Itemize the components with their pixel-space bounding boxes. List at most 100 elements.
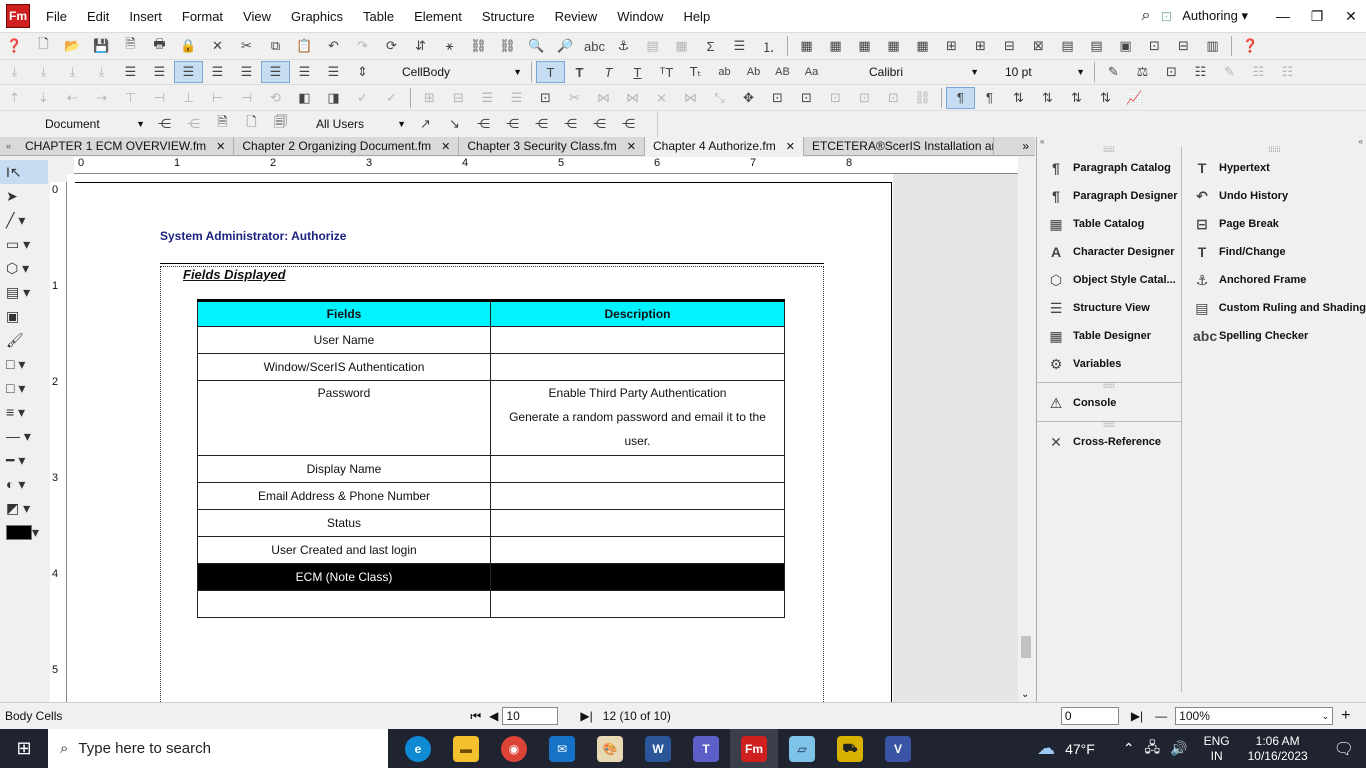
word-icon[interactable]: W bbox=[634, 729, 682, 768]
table-split-icon[interactable]: ▤ bbox=[1053, 35, 1082, 57]
justify-icon[interactable]: ☰ bbox=[232, 61, 261, 83]
smallcaps-icon[interactable]: Aa bbox=[797, 61, 826, 83]
tractor-app-icon[interactable]: ⛟ bbox=[826, 729, 874, 768]
reject-all-icon[interactable]: ⋲ bbox=[498, 113, 527, 135]
menu-element[interactable]: Element bbox=[404, 9, 472, 24]
pod-variables[interactable]: ⚙ Variables bbox=[1037, 350, 1181, 378]
table-straddle-icon[interactable]: ⊡ bbox=[1140, 35, 1169, 57]
description-cell[interactable] bbox=[490, 353, 785, 381]
scissors-icon[interactable]: ✂ bbox=[560, 87, 589, 109]
pod-page-break[interactable]: ⊟ Page Break bbox=[1183, 210, 1366, 238]
line-spacing-icon[interactable]: ⇕ bbox=[348, 61, 377, 83]
rectangle-tool-icon[interactable]: ▭ ▾ bbox=[0, 232, 48, 256]
collapse-left-icon[interactable]: « bbox=[6, 141, 11, 151]
pod-object-style-catal[interactable]: ⬡ Object Style Catal... bbox=[1037, 266, 1181, 294]
view-mode-select[interactable]: Document ▼ bbox=[40, 114, 150, 134]
menu-edit[interactable]: Edit bbox=[77, 9, 119, 24]
spelling-icon[interactable]: abc bbox=[580, 35, 609, 57]
table-row[interactable] bbox=[197, 590, 785, 618]
hide-changes-icon[interactable]: ⋲ bbox=[585, 113, 614, 135]
merge-icon[interactable]: ⋈ bbox=[589, 87, 618, 109]
spacing-single-icon[interactable]: ☰ bbox=[261, 61, 290, 83]
pen-tool-icon[interactable]: □ ▾ bbox=[0, 376, 48, 400]
menu-format[interactable]: Format bbox=[172, 9, 233, 24]
page-step-icon[interactable]: ▶| bbox=[1131, 709, 1143, 723]
spacing-double-icon[interactable]: ☰ bbox=[319, 61, 348, 83]
numbered-list-icon[interactable]: ⒈ bbox=[754, 35, 783, 57]
tab-left-icon[interactable]: ⤓ bbox=[0, 61, 29, 83]
menu-insert[interactable]: Insert bbox=[119, 9, 172, 24]
subscript-icon[interactable]: Tₜ bbox=[681, 61, 710, 83]
text-frame-tool-icon[interactable]: ▤ ▾ bbox=[0, 280, 48, 304]
line-tool-icon[interactable]: ╱ ▾ bbox=[0, 208, 48, 232]
table-row-icon[interactable]: ▦ bbox=[821, 35, 850, 57]
pod-spelling-checker[interactable]: abc Spelling Checker bbox=[1183, 322, 1366, 350]
fields-table[interactable]: Fields Description User Name Window/ScerI… bbox=[197, 299, 785, 618]
copy-icon[interactable]: ⧉ bbox=[261, 35, 290, 57]
para-break-icon[interactable]: ☷ bbox=[1186, 61, 1215, 83]
save-icon[interactable]: 💾 bbox=[87, 35, 116, 57]
page-number-input[interactable]: 10 bbox=[502, 707, 559, 725]
table-row[interactable]: Status bbox=[197, 509, 785, 537]
doc-tab[interactable]: CHAPTER 1 ECM OVERVIEW.fm ✕ bbox=[17, 136, 235, 156]
pod-paragraph-catalog[interactable]: ¶ Paragraph Catalog bbox=[1037, 154, 1181, 182]
rotate-icon[interactable]: ⟲ bbox=[261, 87, 290, 109]
description-cell[interactable] bbox=[490, 590, 785, 618]
pod-console[interactable]: ⚠ Console bbox=[1037, 389, 1181, 417]
format-painter-icon[interactable]: ✎ bbox=[1215, 61, 1244, 83]
help-icon[interactable]: ❓ bbox=[0, 35, 29, 57]
tint-tool-icon[interactable]: ◐ ▾ bbox=[0, 472, 48, 496]
color-swatch-icon[interactable]: ▾ bbox=[0, 520, 48, 544]
paint-icon[interactable]: 🎨 bbox=[586, 729, 634, 768]
lock-icon[interactable]: 🔒 bbox=[174, 35, 203, 57]
menu-review[interactable]: Review bbox=[545, 9, 608, 24]
description-cell[interactable] bbox=[490, 509, 785, 537]
tab-overflow-icon[interactable]: » bbox=[1016, 139, 1035, 153]
chrome-icon[interactable]: ◉ bbox=[490, 729, 538, 768]
arrow-down-icon[interactable]: ⇣ bbox=[29, 87, 58, 109]
align-right-icon[interactable]: ☰ bbox=[203, 61, 232, 83]
text-flow-1-icon[interactable]: ⇅ bbox=[1004, 87, 1033, 109]
teams-icon[interactable]: T bbox=[682, 729, 730, 768]
text-flow-4-icon[interactable]: ⇅ bbox=[1091, 87, 1120, 109]
split-icon[interactable]: ⋈ bbox=[618, 87, 647, 109]
pod-structure-view[interactable]: ☰ Structure View bbox=[1037, 294, 1181, 322]
doc-tab[interactable]: Chapter 4 Authorize.fm ✕ bbox=[644, 136, 804, 156]
frame-link-icon[interactable]: ⛓ bbox=[908, 87, 937, 109]
mail-icon[interactable]: ✉ bbox=[538, 729, 586, 768]
pilcrow-active-icon[interactable]: ¶ bbox=[946, 86, 975, 109]
visio-icon[interactable]: V bbox=[874, 729, 922, 768]
align-top-icon[interactable]: ⊤ bbox=[116, 87, 145, 109]
field-cell[interactable]: User Created and last login bbox=[197, 536, 491, 564]
pod-paragraph-designer[interactable]: ¶ Paragraph Designer bbox=[1037, 182, 1181, 210]
menu-help[interactable]: Help bbox=[673, 9, 720, 24]
table-row[interactable]: User Name bbox=[197, 326, 785, 354]
description-cell[interactable] bbox=[490, 455, 785, 483]
table-col-icon[interactable]: ▦ bbox=[850, 35, 879, 57]
doc-tab[interactable]: Chapter 3 Security Class.fm ✕ bbox=[459, 136, 645, 156]
compare-icon[interactable]: ⚖ bbox=[1128, 61, 1157, 83]
pod-character-designer[interactable]: A Character Designer bbox=[1037, 238, 1181, 266]
spacing-1-5-icon[interactable]: ☰ bbox=[290, 61, 319, 83]
document-canvas[interactable]: System Administrator: Authorize Fields D… bbox=[67, 174, 1018, 702]
description-cell[interactable] bbox=[490, 326, 785, 354]
pilcrow-icon[interactable]: ¶ bbox=[975, 87, 1004, 109]
doc-tab[interactable]: ETCETERA®ScerIS Installation and C bbox=[804, 136, 994, 156]
zoom-select[interactable]: 100% ⌄ bbox=[1175, 707, 1334, 725]
arrow-left-icon[interactable]: ⇠ bbox=[58, 87, 87, 109]
table-row[interactable]: ECM (Note Class) bbox=[197, 563, 785, 591]
fill-tool-icon[interactable]: □ ▾ bbox=[0, 352, 48, 376]
tray-chevron-icon[interactable]: ⌃ bbox=[1123, 740, 1135, 757]
next-page-icon[interactable]: ▶| bbox=[580, 709, 592, 723]
undo-icon[interactable]: ↶ bbox=[319, 35, 348, 57]
titlecase-icon[interactable]: Ab bbox=[739, 61, 768, 83]
network-icon[interactable]: 🖧 bbox=[1145, 737, 1161, 761]
accept-change-icon[interactable]: ↗ bbox=[411, 113, 440, 135]
notepad-icon[interactable]: ▱ bbox=[778, 729, 826, 768]
line-end-tool-icon[interactable]: — ▾ bbox=[0, 424, 48, 448]
condition-show-icon[interactable]: ☷ bbox=[1273, 61, 1302, 83]
menu-view[interactable]: View bbox=[233, 9, 281, 24]
first-page-icon[interactable]: ⏮ bbox=[470, 709, 481, 724]
line-width-tool-icon[interactable]: ≡ ▾ bbox=[0, 400, 48, 424]
link-icon[interactable]: ⛓ bbox=[464, 35, 493, 57]
